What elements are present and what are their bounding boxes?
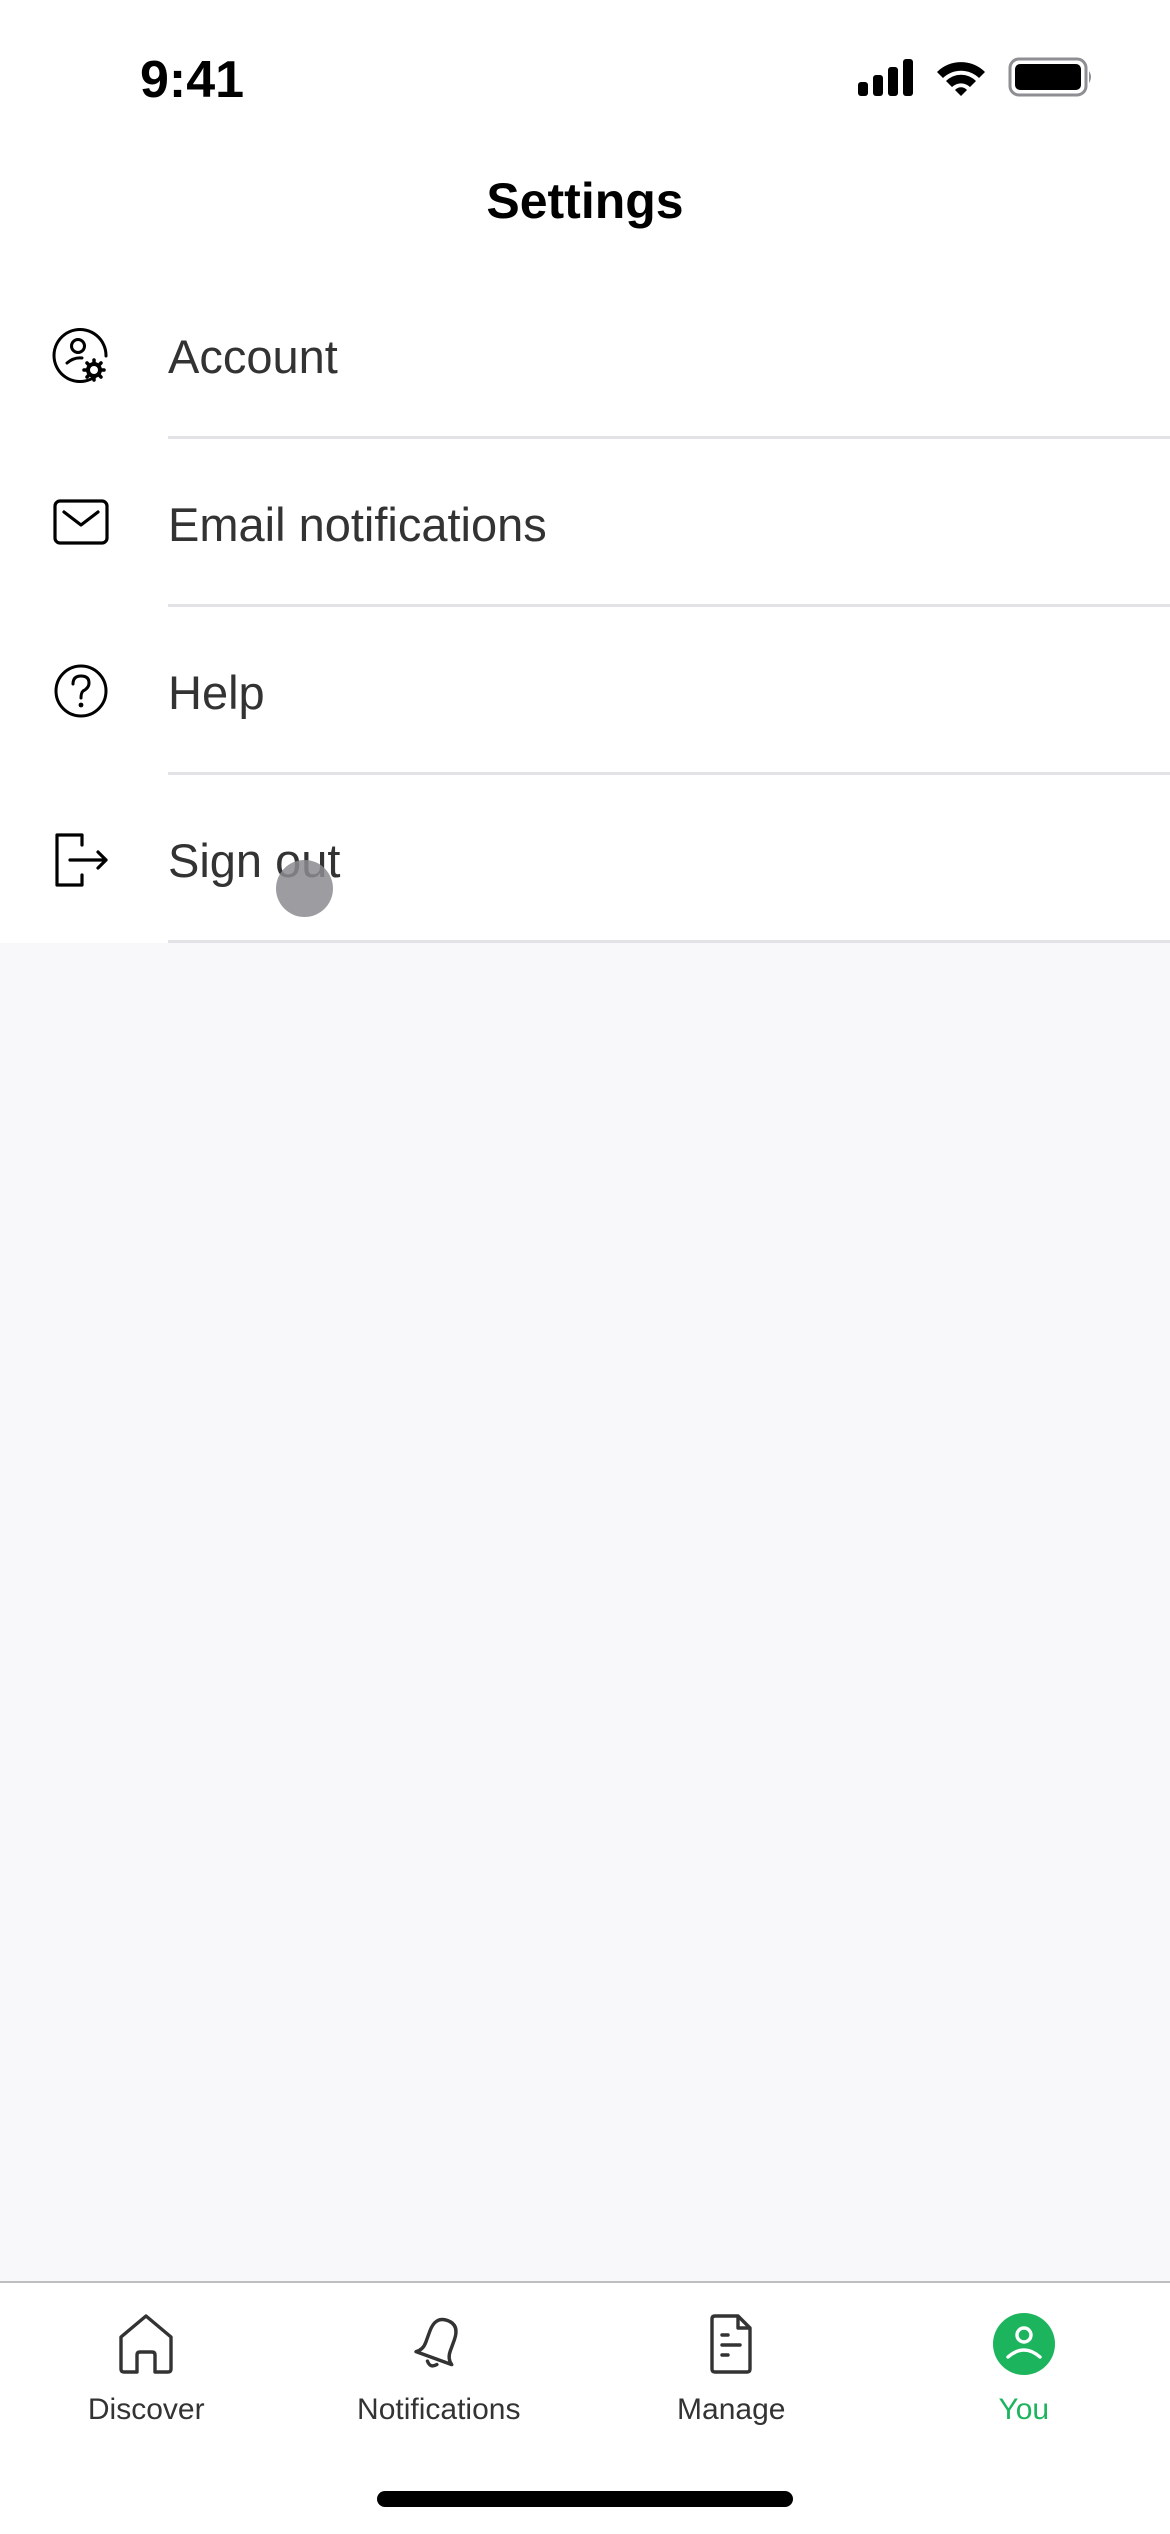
menu-item-label: Email notifications: [168, 497, 547, 552]
profile-icon: [991, 2311, 1057, 2377]
menu-item-email-notifications[interactable]: Email notifications: [0, 439, 1170, 607]
document-icon: [698, 2311, 764, 2377]
sign-out-icon: [52, 831, 110, 889]
battery-icon: [1008, 56, 1094, 100]
bell-icon: [406, 2311, 472, 2377]
status-time: 9:41: [140, 50, 244, 110]
home-indicator: [377, 2491, 793, 2507]
question-circle-icon: [52, 663, 110, 721]
tab-label: Discover: [0, 2393, 293, 2427]
cellular-signal-icon: [856, 56, 916, 100]
envelope-icon: [52, 495, 110, 553]
tab-you[interactable]: You: [878, 2283, 1170, 2453]
wifi-icon: [934, 56, 988, 100]
settings-menu: Account Email notifications Help Sign ou…: [0, 271, 1170, 943]
menu-item-help[interactable]: Help: [0, 607, 1170, 775]
page-title: Settings: [0, 172, 1170, 230]
menu-item-account[interactable]: Account: [0, 271, 1170, 439]
touch-indicator: [276, 860, 333, 917]
tab-discover[interactable]: Discover: [0, 2283, 293, 2453]
menu-item-sign-out[interactable]: Sign out: [0, 775, 1170, 943]
tab-label: You: [878, 2393, 1170, 2427]
divider: [168, 940, 1170, 943]
home-icon: [113, 2311, 179, 2377]
tab-notifications[interactable]: Notifications: [293, 2283, 586, 2453]
menu-item-label: Help: [168, 665, 265, 720]
tab-manage[interactable]: Manage: [585, 2283, 878, 2453]
menu-item-label: Account: [168, 329, 338, 384]
tab-label: Manage: [585, 2393, 878, 2427]
tab-label: Notifications: [293, 2393, 586, 2427]
account-settings-icon: [52, 327, 110, 385]
